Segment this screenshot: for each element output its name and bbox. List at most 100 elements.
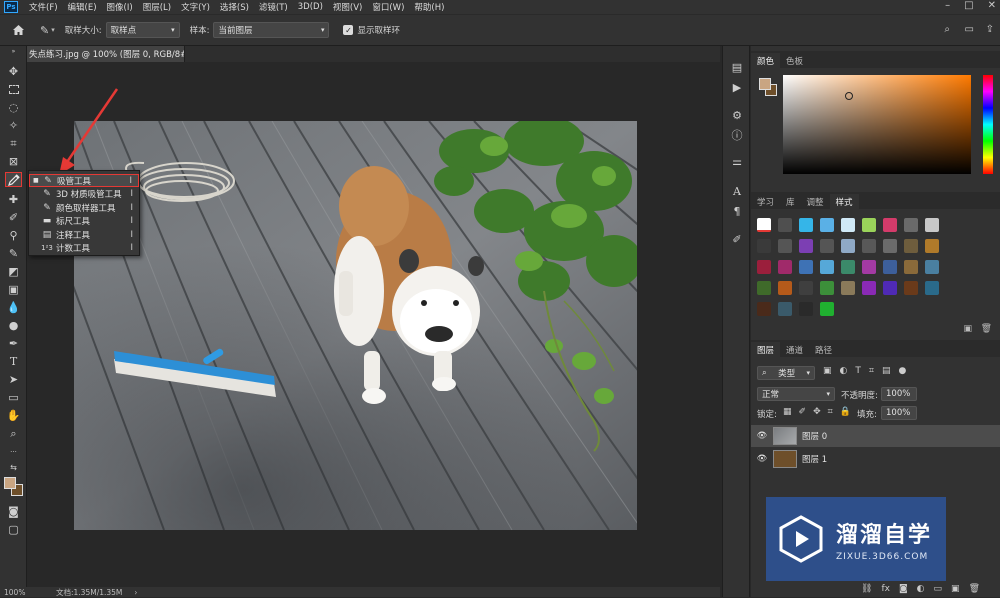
lock-artboard-icon[interactable]: ⌗ — [828, 407, 833, 417]
style-swatch[interactable] — [904, 260, 918, 274]
style-swatch[interactable] — [799, 260, 813, 274]
brush-tool-icon[interactable]: ✐ — [5, 210, 22, 225]
menu-edit[interactable]: 编辑(E) — [63, 1, 102, 13]
style-swatch[interactable] — [862, 218, 876, 232]
status-menu-icon[interactable]: › — [134, 588, 137, 597]
flyout-item-count[interactable]: 1²3 计数工具 I — [29, 241, 139, 254]
lock-paint-icon[interactable]: ✐ — [799, 407, 807, 417]
filter-adjustment-icon[interactable]: ◐ — [840, 366, 848, 376]
style-swatch[interactable] — [820, 239, 834, 253]
flyout-item-color-sampler[interactable]: ✎ 颜色取样器工具 I — [29, 201, 139, 214]
menu-file[interactable]: 文件(F) — [24, 1, 63, 13]
document-image[interactable] — [74, 121, 637, 530]
tab-adjustments[interactable]: 调整 — [801, 194, 830, 209]
search-icon[interactable]: ⌕ — [944, 24, 950, 35]
eyedropper-tool-icon[interactable] — [5, 172, 22, 187]
style-swatch[interactable] — [862, 239, 876, 253]
tab-styles[interactable]: 样式 — [829, 194, 859, 209]
pen-tool-icon[interactable]: ✒ — [5, 336, 22, 351]
delete-style-icon[interactable]: 🗑 — [981, 324, 992, 334]
adjustment-sliders-icon[interactable]: ⚌ — [729, 154, 745, 168]
path-selection-tool-icon[interactable]: ➤ — [5, 372, 22, 387]
document-tab[interactable]: 失点练习.jpg @ 100% (图层 0, RGB/8#) * ✕ — [27, 46, 185, 62]
menu-window[interactable]: 窗口(W) — [367, 1, 409, 13]
style-swatch[interactable] — [925, 218, 939, 232]
style-swatch[interactable] — [778, 239, 792, 253]
add-mask-icon[interactable]: ◙ — [899, 584, 908, 594]
flyout-item-ruler[interactable]: ▬ 标尺工具 I — [29, 214, 139, 227]
character-panel-icon[interactable]: A — [729, 184, 745, 198]
quick-mask-icon[interactable]: ◙ — [5, 504, 22, 519]
tool-preset-eyedropper-icon[interactable]: ✎ — [40, 24, 49, 37]
tab-layers[interactable]: 图层 — [751, 342, 781, 357]
show-sampling-ring-checkbox[interactable]: ✓ — [343, 25, 354, 35]
share-icon[interactable]: ⇪ — [986, 24, 994, 35]
style-swatch[interactable] — [883, 281, 897, 295]
filter-smart-object-icon[interactable]: ▤ — [882, 366, 891, 376]
style-swatch[interactable] — [757, 218, 771, 232]
tab-color[interactable]: 颜色 — [751, 53, 781, 68]
new-style-icon[interactable]: ▣ — [963, 324, 972, 334]
style-swatch[interactable] — [820, 260, 834, 274]
style-swatch[interactable] — [883, 239, 897, 253]
rectangle-tool-icon[interactable]: ▭ — [5, 390, 22, 405]
new-group-icon[interactable]: ▭ — [934, 584, 943, 594]
close-icon[interactable]: ✕ — [988, 0, 996, 11]
style-swatch[interactable] — [757, 281, 771, 295]
style-swatch[interactable] — [778, 218, 792, 232]
link-layers-icon[interactable]: ⛓ — [861, 584, 872, 594]
style-swatch[interactable] — [799, 239, 813, 253]
actions-play-icon[interactable]: ▶ — [729, 80, 745, 94]
menu-image[interactable]: 图像(I) — [102, 1, 138, 13]
visibility-eye-icon[interactable]: 👁 — [751, 431, 773, 441]
style-swatch[interactable] — [757, 260, 771, 274]
hand-tool-icon[interactable]: ✋ — [5, 408, 22, 423]
history-brush-tool-icon[interactable]: ✎ — [5, 246, 22, 261]
lasso-tool-icon[interactable]: ◌ — [5, 100, 22, 115]
menu-select[interactable]: 选择(S) — [215, 1, 254, 13]
type-tool-icon[interactable]: T — [5, 354, 22, 369]
filter-type-icon[interactable]: T — [855, 366, 861, 376]
new-layer-icon[interactable]: ▣ — [951, 584, 960, 594]
style-swatch[interactable] — [799, 218, 813, 232]
blur-tool-icon[interactable]: 💧 — [5, 300, 22, 315]
dodge-tool-icon[interactable]: ● — [5, 318, 22, 333]
frame-tool-icon[interactable]: ⊠ — [5, 154, 22, 169]
gradient-tool-icon[interactable]: ▣ — [5, 282, 22, 297]
layer-style-icon[interactable]: fx — [881, 584, 890, 594]
style-swatch[interactable] — [841, 260, 855, 274]
tab-paths[interactable]: 路径 — [809, 342, 838, 357]
document-size[interactable]: 文档:1.35M/1.35M — [56, 587, 122, 598]
style-swatch[interactable] — [820, 281, 834, 295]
tab-channels[interactable]: 通道 — [780, 342, 809, 357]
minimize-icon[interactable]: – — [945, 0, 950, 11]
screen-mode-icon[interactable]: ▢ — [5, 522, 22, 537]
quick-selection-tool-icon[interactable]: ✧ — [5, 118, 22, 133]
style-swatch[interactable] — [778, 302, 792, 316]
style-swatch[interactable] — [820, 302, 834, 316]
eraser-tool-icon[interactable]: ◩ — [5, 264, 22, 279]
style-swatch[interactable] — [862, 281, 876, 295]
style-swatch[interactable] — [925, 260, 939, 274]
style-swatch[interactable] — [883, 218, 897, 232]
delete-layer-icon[interactable]: 🗑 — [969, 584, 980, 594]
layer-row-0[interactable]: 👁 图层 0 — [751, 425, 1000, 447]
filter-toggle-icon[interactable]: ● — [898, 366, 906, 376]
chevron-down-icon[interactable]: ▾ — [51, 26, 55, 34]
layer-filter-select[interactable]: ⌕ 类型 ▾ — [757, 366, 815, 380]
visibility-eye-icon[interactable]: 👁 — [751, 454, 773, 464]
crop-tool-icon[interactable]: ⌗ — [5, 136, 22, 151]
filter-shape-icon[interactable]: ⌗ — [869, 366, 874, 376]
home-icon[interactable] — [10, 24, 26, 36]
menu-view[interactable]: 视图(V) — [328, 1, 367, 13]
menu-layer[interactable]: 图层(L) — [138, 1, 176, 13]
workspace-icon[interactable]: ▭ — [965, 24, 974, 35]
hue-slider[interactable] — [983, 75, 993, 174]
style-swatch[interactable] — [841, 281, 855, 295]
more-tools-icon[interactable]: ··· — [5, 444, 22, 459]
swap-colors-icon[interactable]: ⇆ — [5, 460, 22, 475]
sample-size-select[interactable]: 取样点 ▾ — [105, 22, 180, 38]
lock-transparent-icon[interactable]: ▦ — [783, 407, 792, 417]
blend-mode-select[interactable]: 正常 ▾ — [757, 387, 835, 401]
lock-all-icon[interactable]: 🔒 — [840, 407, 851, 417]
